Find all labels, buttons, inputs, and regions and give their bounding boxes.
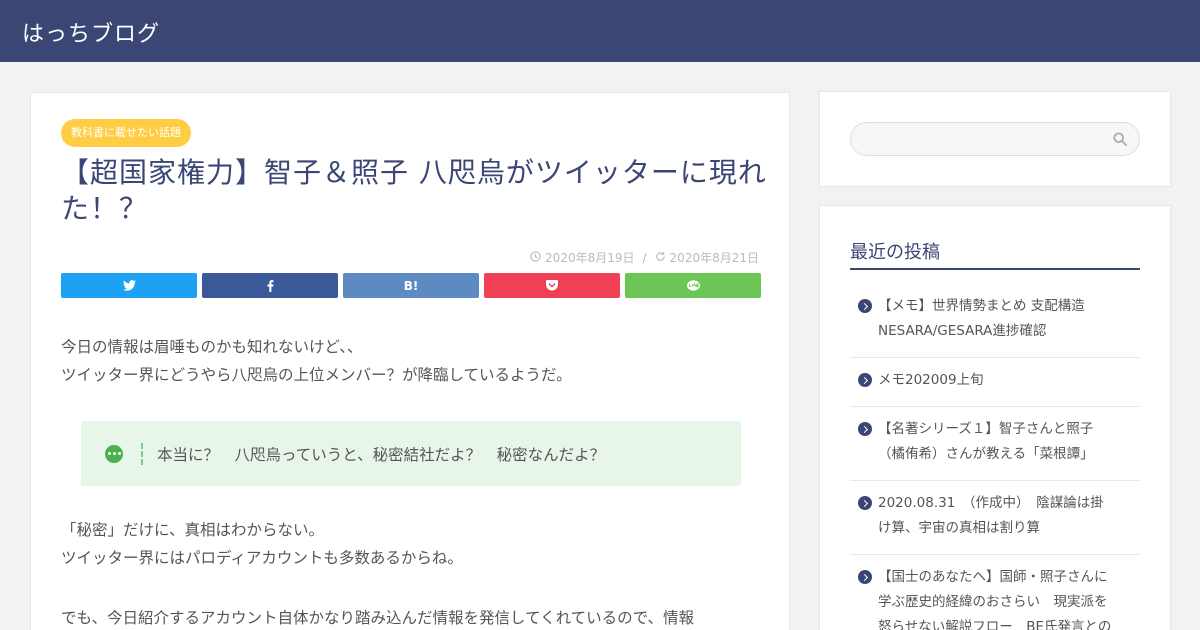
clock-icon: [530, 250, 541, 265]
search-box: [850, 122, 1140, 156]
category-badge[interactable]: 教科書に載せたい話題: [61, 119, 191, 147]
intro-line-2: ツイッター界にどうやら八咫烏の上位メンバー？が降臨しているようだ。: [61, 366, 572, 384]
twitter-icon: [122, 280, 136, 291]
hatena-bookmark-button[interactable]: B!: [343, 273, 479, 298]
chevron-right-icon: [858, 373, 872, 387]
twitter-share-button[interactable]: [61, 273, 197, 298]
line-icon: [686, 279, 700, 291]
search-input[interactable]: [865, 123, 1115, 155]
recent-post-item[interactable]: 2020.08.31 （作成中） 陰謀論は掛 け算、宇宙の真相は割り算: [850, 481, 1140, 555]
share-buttons: B!: [61, 273, 761, 298]
speech-text: 本当に？ 八咫烏っていうと、秘密結社だよ？ 秘密なんだよ？: [157, 445, 606, 464]
body-paragraph-3: でも、今日紹介するアカウント自体かなり踏み込んだ情報を発信してくれているので、情…: [61, 604, 761, 630]
line-share-button[interactable]: [625, 273, 761, 298]
recent-post-line: 【名著シリーズ１】智子さんと照子: [878, 421, 1094, 437]
recent-post-line: メモ202009上旬: [878, 372, 984, 388]
speech-bubble: 本当に？ 八咫烏っていうと、秘密結社だよ？ 秘密なんだよ？: [81, 421, 741, 486]
site-title[interactable]: はっちブログ: [22, 16, 160, 48]
recent-post-item[interactable]: 【名著シリーズ１】智子さんと照子 （橘侑希）さんが教える「菜根譚」: [850, 407, 1140, 481]
updated-date: 2020年8月21日: [669, 251, 759, 265]
speech-divider: [141, 442, 143, 465]
pocket-share-button[interactable]: [484, 273, 620, 298]
intro-line-1: 今日の情報は眉唾ものかも知れないけど、、: [61, 338, 363, 356]
intro-paragraph: 今日の情報は眉唾ものかも知れないけど、、 ツイッター界にどうやら八咫烏の上位メン…: [61, 333, 761, 389]
article-card: 教科書に載せたい話題 【超国家権力】智子＆照子 八咫烏がツイッターに現れた！？ …: [30, 92, 790, 630]
paragraph-2-line-1: 「秘密」だけに、真相はわからない。: [61, 521, 325, 539]
post-dates: 2020年8月19日 / 2020年8月21日: [530, 249, 759, 266]
recent-post-line: NESARA/GESARA進捗確認: [878, 323, 1047, 339]
recent-posts-widget: 最近の投稿 【メモ】世界情勢まとめ 支配構造 NESARA/GESARA進捗確認…: [819, 205, 1171, 630]
recent-post-line: 怒らせない解説フロー BE氏発言との: [878, 619, 1112, 630]
site-header: はっちブログ: [0, 0, 1200, 62]
post-title: 【超国家権力】智子＆照子 八咫烏がツイッターに現れた！？: [61, 156, 767, 225]
chevron-right-icon: [858, 570, 872, 584]
pocket-icon: [546, 280, 558, 291]
chat-bubble-icon: [105, 444, 123, 463]
chevron-right-icon: [858, 299, 872, 313]
recent-post-item[interactable]: 【メモ】世界情勢まとめ 支配構造 NESARA/GESARA進捗確認: [850, 284, 1140, 358]
chevron-right-icon: [858, 422, 872, 436]
search-icon[interactable]: [1113, 131, 1129, 147]
recent-post-item[interactable]: 【国士のあなたへ】国師・照子さんに 学ぶ歴史的経緯のおさらい 現実派を 怒らせな…: [850, 555, 1140, 630]
paragraph-2-line-2: ツイッター界にはパロディアカウントも多数あるからね。: [61, 549, 463, 567]
recent-post-line: 【メモ】世界情勢まとめ 支配構造: [878, 298, 1085, 314]
refresh-icon: [655, 251, 666, 265]
facebook-icon: [267, 279, 273, 292]
recent-post-line: け算、宇宙の真相は割り算: [878, 520, 1040, 536]
recent-posts-list: 【メモ】世界情勢まとめ 支配構造 NESARA/GESARA進捗確認 メモ202…: [850, 284, 1140, 630]
recent-post-item[interactable]: メモ202009上旬: [850, 358, 1140, 407]
recent-posts-title: 最近の投稿: [850, 238, 1140, 270]
search-widget: [819, 91, 1171, 187]
hatena-icon: B!: [403, 278, 419, 293]
recent-post-line: 2020.08.31 （作成中） 陰謀論は掛: [878, 495, 1104, 511]
chevron-right-icon: [858, 496, 872, 510]
recent-post-line: （橘侑希）さんが教える「菜根譚」: [878, 446, 1094, 462]
date-separator: /: [642, 250, 647, 265]
paragraph-3-line-1: でも、今日紹介するアカウント自体かなり踏み込んだ情報を発信してくれているので、情…: [61, 609, 695, 627]
body-paragraph-2: 「秘密」だけに、真相はわからない。 ツイッター界にはパロディアカウントも多数ある…: [61, 516, 761, 572]
published-date: 2020年8月19日: [545, 251, 635, 265]
facebook-share-button[interactable]: [202, 273, 338, 298]
recent-post-line: 学ぶ歴史的経緯のおさらい 現実派を: [878, 594, 1108, 610]
recent-post-line: 【国士のあなたへ】国師・照子さんに: [878, 569, 1108, 585]
